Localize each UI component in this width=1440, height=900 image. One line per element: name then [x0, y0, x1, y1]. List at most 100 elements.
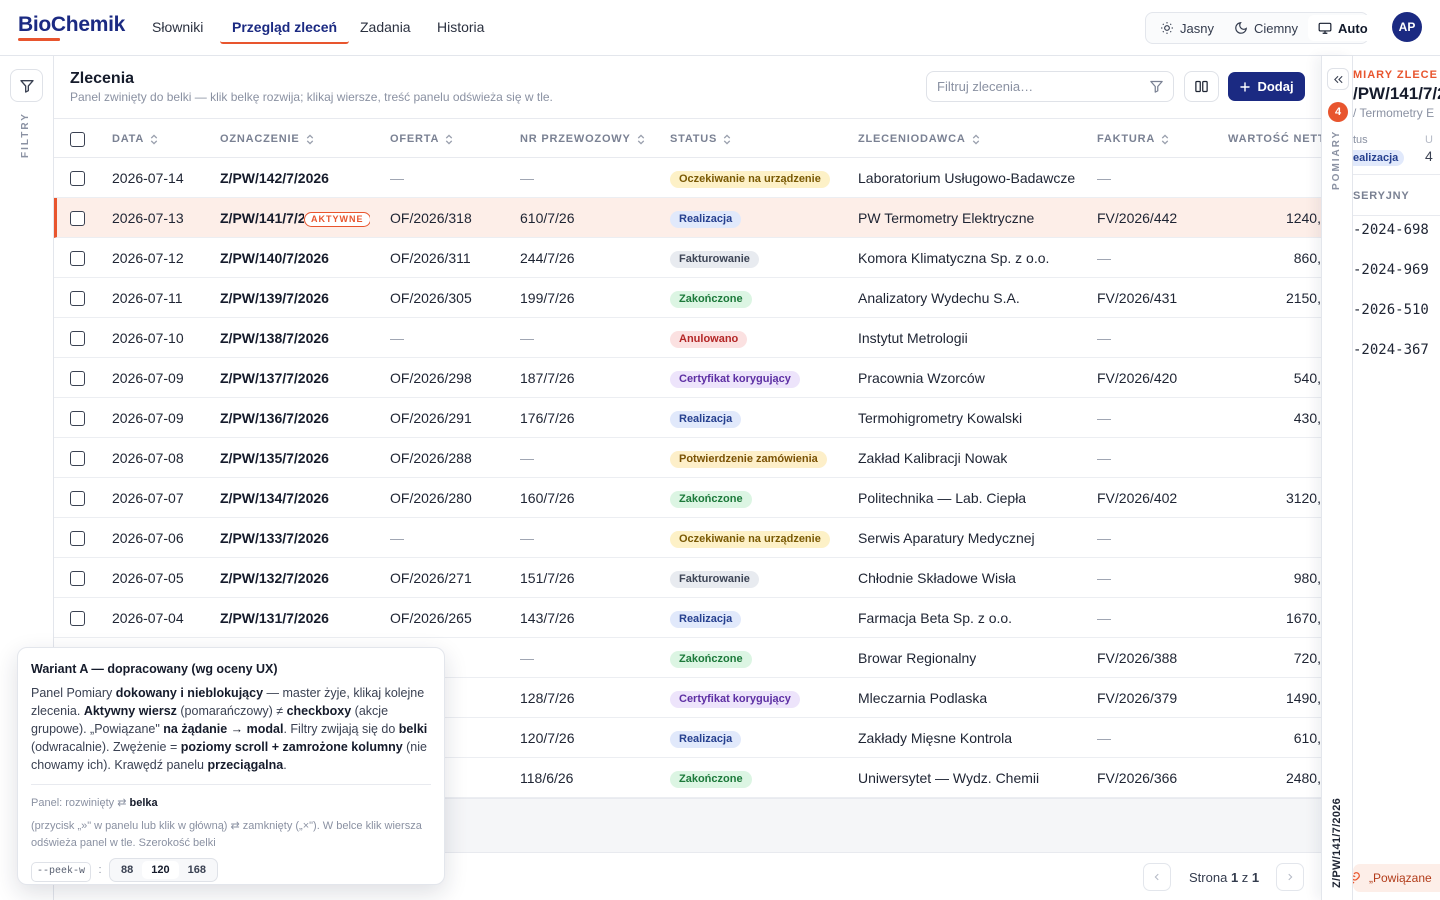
row-checkbox[interactable]: [70, 291, 85, 306]
cell-offer: —: [390, 330, 404, 346]
cell-status: Zakończone: [670, 278, 752, 318]
col-header-nr-przewozowy[interactable]: NR PRZEWOZOWY: [520, 119, 645, 159]
panel-client: / Termometry E: [1353, 106, 1435, 120]
table-row[interactable]: 2026-07-06 Z/PW/133/7/2026 — — Oczekiwanie n…: [54, 518, 1321, 558]
ux-note-title: Wariant A — dopracowany (wg oceny UX): [31, 662, 278, 676]
status-badge: Oczekiwanie na urządzenie: [670, 170, 830, 188]
col-header-data[interactable]: DATA: [112, 119, 158, 159]
col-header-label: STATUS: [670, 133, 718, 145]
table-row[interactable]: 2026-07-07 Z/PW/134/7/2026 OF/2026/280 160/…: [54, 478, 1321, 518]
sort-icon: [637, 134, 644, 145]
cell-value: 2150,: [1285, 290, 1321, 306]
table-row[interactable]: 2026-07-09 Z/PW/137/7/2026 OF/2026/298 187/…: [54, 358, 1321, 398]
row-checkbox[interactable]: [70, 531, 85, 546]
theme-light-button[interactable]: Jasny: [1150, 15, 1224, 41]
order-code: Z/PW/141/7/2026: [220, 210, 304, 226]
table-row-active[interactable]: 2026-07-13 Z/PW/141/7/2026AKTYWNE OF/2026/…: [54, 198, 1321, 238]
columns-button[interactable]: [1184, 71, 1219, 102]
row-checkbox[interactable]: [70, 411, 85, 426]
row-checkbox[interactable]: [70, 371, 85, 386]
col-header-status[interactable]: STATUS: [670, 119, 731, 159]
width-option-168[interactable]: 168: [179, 861, 215, 879]
cell-value: 980,: [1293, 570, 1321, 586]
prev-page-button[interactable]: [1143, 863, 1171, 891]
cell-invoice: FV/2026/420: [1097, 370, 1178, 386]
cell-client: Komora Klimatyczna Sp. z o.o.: [858, 250, 1050, 266]
cell-date: 2026-07-10: [112, 330, 184, 346]
ux-text: (pomarańczowy) ≠: [176, 704, 287, 718]
next-page-button[interactable]: [1276, 863, 1304, 891]
cell-offer: OF/2026/291: [390, 410, 472, 426]
ux-width-control: --peek-w : 88 120 168: [31, 858, 431, 883]
status-badge: Certyfikat korygujący: [670, 370, 800, 388]
width-option-120[interactable]: 120: [142, 861, 179, 879]
table-row[interactable]: 2026-07-05 Z/PW/132/7/2026 OF/2026/271 151/…: [54, 558, 1321, 598]
row-checkbox[interactable]: [70, 571, 85, 586]
table-row[interactable]: 2026-07-14 Z/PW/142/7/2026 — — Oczekiwanie n…: [54, 158, 1321, 198]
link-icon: [1353, 872, 1360, 884]
filter-funnel-icon[interactable]: [1149, 79, 1164, 94]
cell-code: Z/PW/132/7/2026: [220, 570, 329, 586]
cell-status: Realizacja: [670, 398, 742, 438]
row-checkbox[interactable]: [70, 491, 85, 506]
table-row[interactable]: 2026-07-12 Z/PW/140/7/2026 OF/2026/311 244/…: [54, 238, 1321, 278]
filters-rail-label: FILTRY: [20, 112, 31, 158]
select-all-checkbox[interactable]: [70, 132, 85, 147]
theme-auto-button[interactable]: Auto: [1308, 15, 1378, 41]
table-row[interactable]: 2026-07-04 Z/PW/131/7/2026 OF/2026/265 143/…: [54, 598, 1321, 638]
col-header-oznaczenie[interactable]: OZNACZENIE: [220, 119, 314, 159]
cell-value: 540,: [1293, 370, 1321, 386]
measurements-rail[interactable]: 4 POMIARY Z/PW/141/7/2026: [1321, 56, 1353, 900]
col-header-wartosc-netto[interactable]: WARTOŚĆ NETTO: [1228, 119, 1321, 159]
cell-status: Realizacja: [670, 598, 742, 638]
theme-light-label: Jasny: [1180, 20, 1214, 36]
panel-serial-3[interactable]: -2026-510: [1353, 302, 1429, 318]
table-row[interactable]: 2026-07-08 Z/PW/135/7/2026 OF/2026/288 — Pot…: [54, 438, 1321, 478]
page-subtitle: Panel zwinięty do belki — klik belkę roz…: [70, 90, 553, 104]
status-badge: Realizacja: [670, 210, 742, 228]
cell-code: Z/PW/131/7/2026: [220, 610, 329, 626]
col-header-label: NR PRZEWOZOWY: [520, 133, 631, 145]
theme-dark-button[interactable]: Ciemny: [1224, 15, 1308, 41]
ux-divider: [31, 784, 431, 785]
row-checkbox[interactable]: [70, 611, 85, 626]
cell-status: Fakturowanie: [670, 558, 759, 598]
table-row[interactable]: 2026-07-10 Z/PW/138/7/2026 — — Anulowano Inst…: [54, 318, 1321, 358]
cell-code: Z/PW/133/7/2026: [220, 530, 329, 546]
col-header-zleceniodawca[interactable]: ZLECENIODAWCA: [858, 119, 980, 159]
filter-toggle-button[interactable]: [10, 69, 43, 102]
cell-transport: —: [520, 170, 534, 186]
avatar[interactable]: AP: [1392, 12, 1422, 42]
col-header-faktura[interactable]: FAKTURA: [1097, 119, 1169, 159]
search-input[interactable]: [926, 71, 1174, 102]
cell-offer: —: [390, 530, 404, 546]
row-checkbox[interactable]: [70, 331, 85, 346]
row-checkbox[interactable]: [70, 451, 85, 466]
add-button[interactable]: Dodaj: [1228, 72, 1305, 101]
page-indicator: Strona 1 z 1: [1189, 870, 1259, 885]
table-row[interactable]: 2026-07-09 Z/PW/136/7/2026 OF/2026/291 176/…: [54, 398, 1321, 438]
row-checkbox[interactable]: [70, 171, 85, 186]
col-header-oferta[interactable]: OFERTA: [390, 119, 453, 159]
nav-slowniki[interactable]: Słowniki: [152, 0, 203, 44]
row-checkbox[interactable]: [70, 251, 85, 266]
panel-serial-2[interactable]: -2024-969: [1353, 262, 1429, 278]
panel-serial-1[interactable]: -2024-698: [1353, 222, 1429, 238]
panel-serial-4[interactable]: -2024-367: [1353, 342, 1429, 358]
app-logo[interactable]: BioChemik: [18, 13, 125, 37]
nav-zadania[interactable]: Zadania: [360, 0, 411, 44]
ux-note-card: Wariant A — dopracowany (wg oceny UX) Pa…: [17, 647, 445, 885]
width-option-88[interactable]: 88: [112, 861, 142, 879]
sort-icon: [1161, 134, 1169, 145]
cell-offer: OF/2026/318: [390, 210, 472, 226]
related-button[interactable]: „Powiązane: [1353, 864, 1440, 892]
collapse-panel-button[interactable]: [1327, 68, 1349, 90]
nav-historia[interactable]: Historia: [437, 0, 484, 44]
table-row[interactable]: 2026-07-11 Z/PW/139/7/2026 OF/2026/305 199/…: [54, 278, 1321, 318]
nav-przeglad-zlecen[interactable]: Przegląd zleceń: [220, 0, 350, 44]
row-checkbox[interactable]: [70, 211, 85, 226]
cell-client: Pracownia Wzorców: [858, 370, 985, 386]
col-header-label: ZLECENIODAWCA: [858, 133, 966, 145]
cell-invoice: —: [1097, 450, 1111, 466]
cell-client: Instytut Metrologii: [858, 330, 968, 346]
